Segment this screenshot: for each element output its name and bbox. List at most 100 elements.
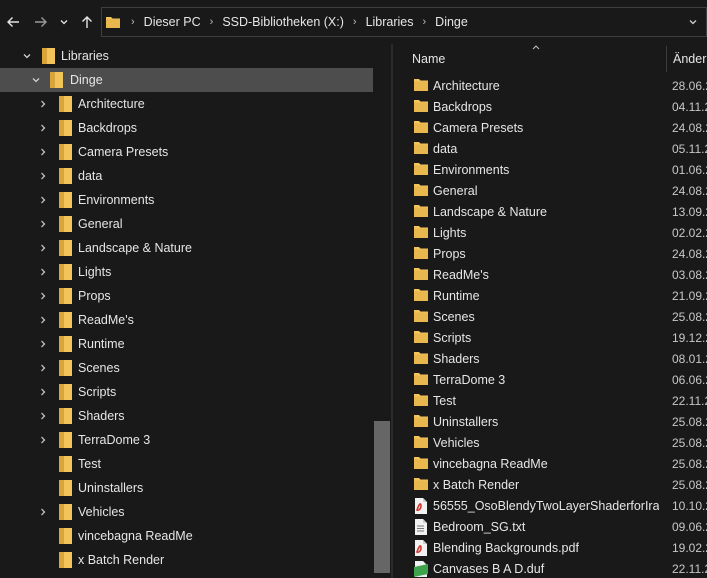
address-bar[interactable]: › Dieser PC › SSD-Bibliotheken (X:) › Li… xyxy=(101,7,707,37)
tree-item[interactable]: Landscape & Nature xyxy=(0,236,373,260)
tree-item[interactable]: ReadMe's xyxy=(0,308,373,332)
file-row[interactable]: Scenes 25.08.2 xyxy=(393,307,707,328)
tree-item[interactable]: Architecture xyxy=(0,92,373,116)
chevron-right-icon[interactable] xyxy=(37,145,49,159)
tree-item-label: Lights xyxy=(78,265,112,279)
tree-item[interactable]: Uninstallers xyxy=(0,476,373,500)
back-button[interactable] xyxy=(2,10,24,34)
file-row[interactable]: Bedroom_SG.txt 09.06.2 xyxy=(393,517,707,538)
tree-item-label: Uninstallers xyxy=(78,481,144,495)
file-row[interactable]: Uninstallers 25.08.2 xyxy=(393,412,707,433)
chevron-right-icon[interactable] xyxy=(37,289,49,303)
file-date: 04.11.2 xyxy=(672,100,707,114)
tree-item[interactable]: x Batch Render xyxy=(0,548,373,572)
tree-item-label: vincebagna ReadMe xyxy=(78,529,193,543)
file-row[interactable]: Backdrops 04.11.2 xyxy=(393,97,707,118)
file-row[interactable]: Scripts 19.12.2 xyxy=(393,328,707,349)
file-date: 19.12.2 xyxy=(672,331,707,345)
column-header-name[interactable]: Name xyxy=(412,52,445,66)
tree-item[interactable]: Vehicles xyxy=(0,500,373,524)
tree-item[interactable]: Backdrops xyxy=(0,116,373,140)
file-date: 10.10.2 xyxy=(672,499,707,513)
tree-item-label: data xyxy=(78,169,103,183)
chevron-right-icon[interactable] xyxy=(37,337,49,351)
breadcrumb-libraries[interactable]: Libraries xyxy=(366,15,414,29)
file-row[interactable]: TerraDome 3 06.06.2 xyxy=(393,370,707,391)
tree-item-label: Architecture xyxy=(78,97,145,111)
file-list: Name Änderungsdatum Architecture 28.06.2 B… xyxy=(393,44,707,578)
file-row[interactable]: Vehicles 25.08.2 xyxy=(393,433,707,454)
file-row[interactable]: Environments 01.06.2 xyxy=(393,160,707,181)
file-date: 01.06.2 xyxy=(672,163,707,177)
chevron-right-icon[interactable] xyxy=(37,169,49,183)
recent-locations-button[interactable] xyxy=(55,10,73,34)
breadcrumb-ssd-bibliotheken[interactable]: SSD-Bibliotheken (X:) xyxy=(222,15,344,29)
up-button[interactable] xyxy=(76,10,98,34)
chevron-right-icon[interactable] xyxy=(37,217,49,231)
file-row[interactable]: Props 24.08.2 xyxy=(393,244,707,265)
forward-button[interactable] xyxy=(30,10,52,34)
file-date: 24.08.2 xyxy=(672,247,707,261)
toolbar: › Dieser PC › SSD-Bibliotheken (X:) › Li… xyxy=(0,0,707,44)
chevron-right-icon[interactable] xyxy=(37,505,49,519)
chevron-right-icon[interactable] xyxy=(37,265,49,279)
file-row[interactable]: General 24.08.2 xyxy=(393,181,707,202)
file-row[interactable]: Landscape & Nature 13.09.2 xyxy=(393,202,707,223)
file-row[interactable]: Test 22.11.2 xyxy=(393,391,707,412)
tree-item-libraries[interactable]: Libraries xyxy=(0,44,373,68)
file-row[interactable]: 56555_OsoBlendyTwoLayerShaderforIray....… xyxy=(393,496,707,517)
chevron-right-icon[interactable] xyxy=(37,313,49,327)
tree-item[interactable]: vincebagna ReadMe xyxy=(0,524,373,548)
folder-icon xyxy=(414,309,428,325)
tree-item-dinge[interactable]: Dinge xyxy=(0,68,373,92)
file-row[interactable]: Canvases B A D.duf 22.11.2 xyxy=(393,559,707,578)
chevron-right-icon[interactable] xyxy=(37,241,49,255)
chevron-right-icon[interactable] xyxy=(37,193,49,207)
folder-icon xyxy=(59,120,72,136)
address-dropdown-button[interactable] xyxy=(688,16,698,30)
chevron-right-icon[interactable] xyxy=(37,97,49,111)
breadcrumb-separator: › xyxy=(209,16,214,28)
file-row[interactable]: vincebagna ReadMe 25.08.2 xyxy=(393,454,707,475)
column-header-date[interactable]: Änderungsdatum xyxy=(673,52,707,66)
chevron-right-icon[interactable] xyxy=(37,433,49,447)
breadcrumb-dinge[interactable]: Dinge xyxy=(435,15,468,29)
chevron-right-icon[interactable] xyxy=(37,121,49,135)
tree-item[interactable]: General xyxy=(0,212,373,236)
chevron-right-icon[interactable] xyxy=(37,385,49,399)
file-name: TerraDome 3 xyxy=(433,373,506,387)
file-row[interactable]: x Batch Render 25.08.2 xyxy=(393,475,707,496)
file-row[interactable]: ReadMe's 03.08.2 xyxy=(393,265,707,286)
file-row[interactable]: Blending Backgrounds.pdf 19.02.2 xyxy=(393,538,707,559)
folder-icon xyxy=(59,288,72,304)
file-row[interactable]: Architecture 28.06.2 xyxy=(393,76,707,97)
tree-item[interactable]: Test xyxy=(0,452,373,476)
tree-item[interactable]: Scenes xyxy=(0,356,373,380)
tree-item[interactable]: Environments xyxy=(0,188,373,212)
chevron-down-icon xyxy=(689,20,697,25)
file-row[interactable]: Shaders 08.01.2 xyxy=(393,349,707,370)
tree-item[interactable]: TerraDome 3 xyxy=(0,428,373,452)
folder-icon xyxy=(59,552,72,568)
chevron-down-icon[interactable] xyxy=(21,49,33,63)
chevron-right-icon[interactable] xyxy=(37,361,49,375)
file-row[interactable]: Lights 02.02.2 xyxy=(393,223,707,244)
tree-item[interactable]: Runtime xyxy=(0,332,373,356)
tree-item[interactable]: data xyxy=(0,164,373,188)
file-row[interactable]: data 05.11.2 xyxy=(393,139,707,160)
tree-item[interactable]: Camera Presets xyxy=(0,140,373,164)
file-row[interactable]: Camera Presets 24.08.2 xyxy=(393,118,707,139)
file-row[interactable]: Runtime 21.09.2 xyxy=(393,286,707,307)
chevron-right-icon[interactable] xyxy=(37,409,49,423)
tree-item[interactable]: Lights xyxy=(0,260,373,284)
column-separator[interactable] xyxy=(666,46,667,72)
tree-item[interactable]: Shaders xyxy=(0,404,373,428)
tree-item-label: General xyxy=(78,217,123,231)
tree-item[interactable]: Props xyxy=(0,284,373,308)
chevron-down-icon[interactable] xyxy=(30,73,42,87)
file-name: Environments xyxy=(433,163,510,177)
file-name: Test xyxy=(433,394,456,408)
breadcrumb-dieser-pc[interactable]: Dieser PC xyxy=(144,15,201,29)
tree-item[interactable]: Scripts xyxy=(0,380,373,404)
nav-scrollbar-thumb[interactable] xyxy=(374,421,390,573)
